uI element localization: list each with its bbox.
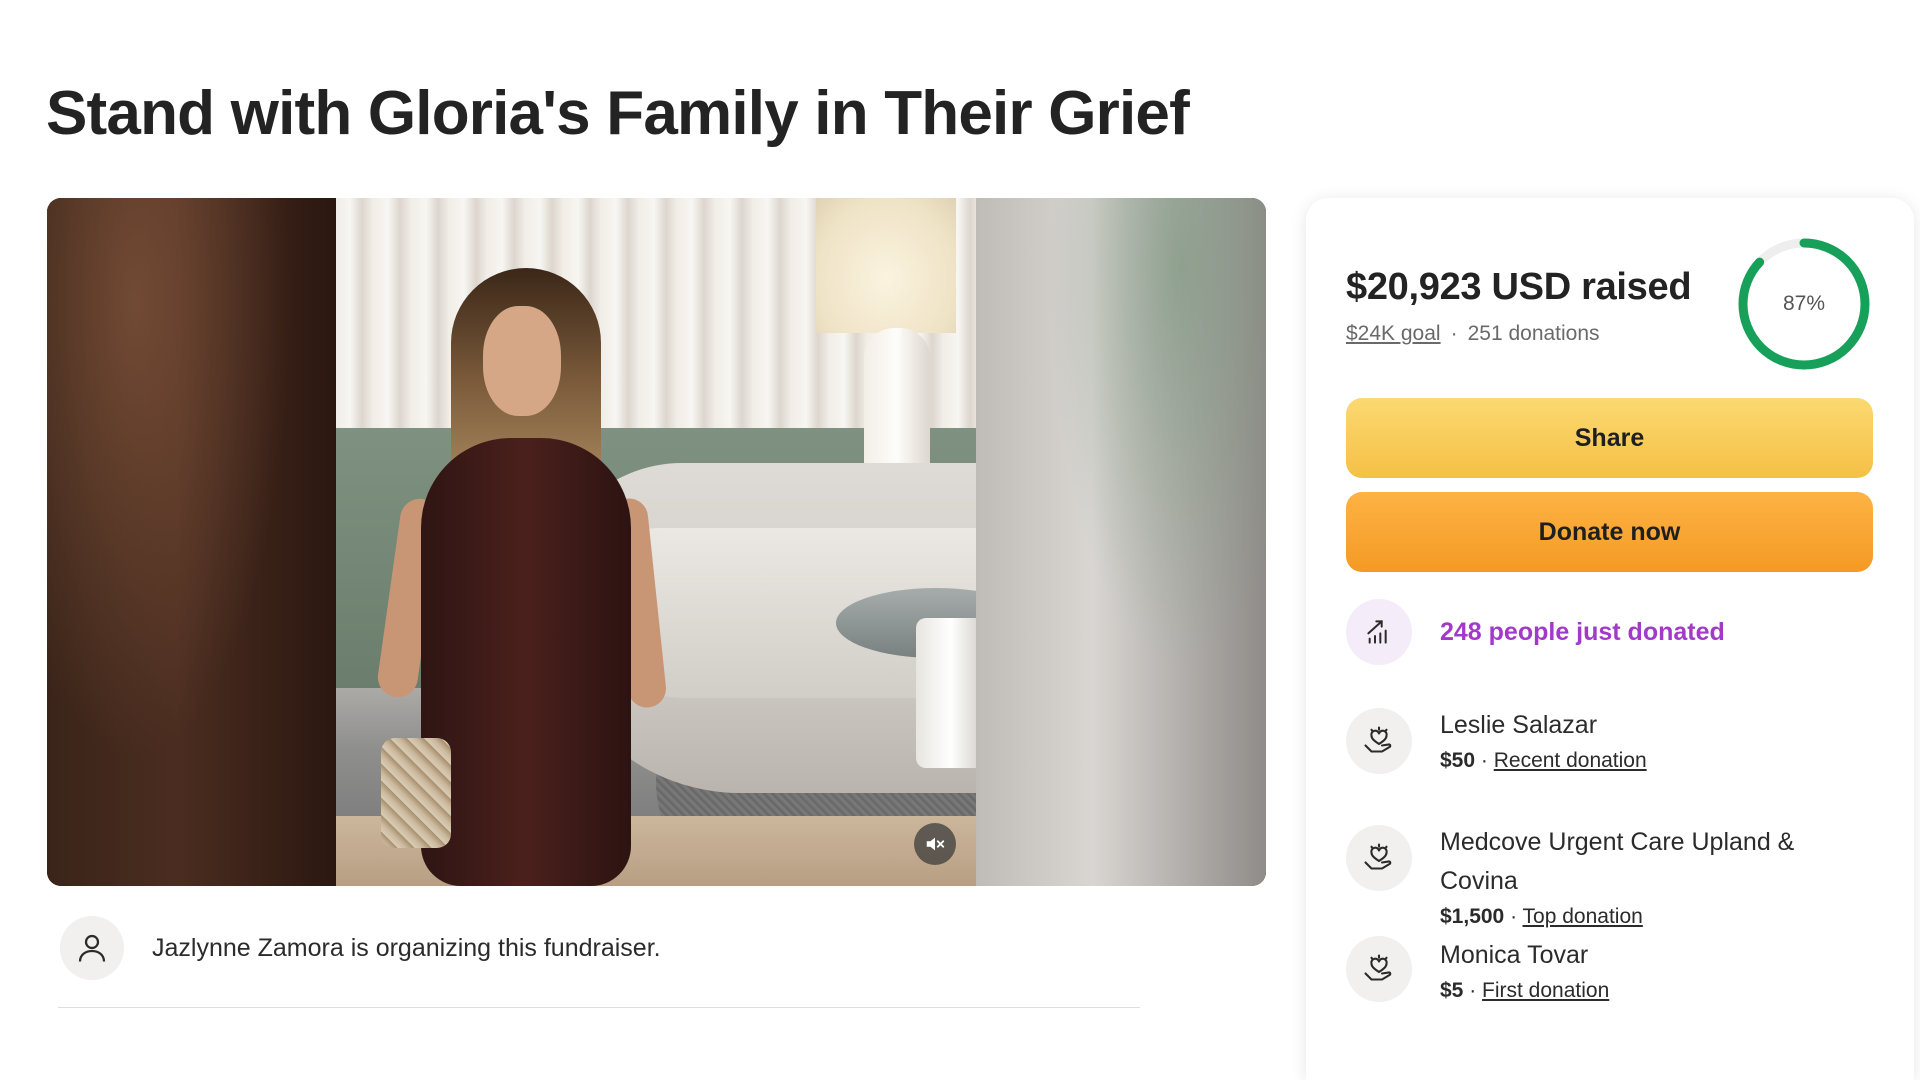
fundraiser-photo — [336, 198, 978, 886]
donor-name: Medcove Urgent Care Upland & Covina — [1440, 828, 1795, 895]
donor-name: Leslie Salazar — [1440, 711, 1598, 739]
person-icon — [78, 934, 106, 962]
donor-item: Medcove Urgent Care Upland & Covina $1,5… — [1346, 823, 1886, 933]
goal-meta: $24K goal · 251 donations — [1346, 322, 1600, 346]
heart-hand-icon — [1364, 726, 1392, 753]
organizer-row: Jazlynne Zamora is organizing this fundr… — [60, 913, 1140, 983]
detail-separator: · — [1504, 905, 1523, 928]
media-blur-right — [976, 198, 1266, 886]
donation-amount: $5 — [1440, 979, 1464, 1002]
share-button[interactable]: Share — [1346, 398, 1873, 478]
donor-avatar — [1346, 825, 1412, 891]
media-blur-left — [47, 198, 337, 886]
donation-count: 251 donations — [1467, 322, 1600, 345]
detail-separator: · — [1475, 749, 1494, 772]
donation-amount: $50 — [1440, 749, 1476, 772]
mute-button[interactable] — [914, 823, 956, 865]
donation-type-link[interactable]: Top donation — [1523, 905, 1643, 928]
progress-percent: 87% — [1782, 292, 1826, 315]
person-figure — [375, 268, 668, 886]
donation-type-link[interactable]: First donation — [1482, 979, 1609, 1002]
donor-item: Leslie Salazar $50 · Recent donation — [1346, 706, 1886, 777]
meta-separator: · — [1450, 322, 1458, 345]
page-title: Stand with Gloria's Family in Their Grie… — [46, 79, 1190, 148]
people-donated-text: 248 people just donated — [1440, 617, 1725, 646]
fundraiser-media[interactable] — [47, 198, 1266, 886]
detail-separator: · — [1463, 979, 1483, 1002]
donation-amount: $1,500 — [1440, 905, 1505, 928]
goal-link[interactable]: $24K goal — [1346, 322, 1441, 345]
donor-detail: $1,500 · Top donation — [1440, 901, 1860, 933]
donor-name: Monica Tovar — [1440, 941, 1589, 969]
donor-detail: $5 · First donation — [1440, 975, 1609, 1007]
donate-now-button[interactable]: Donate now — [1346, 492, 1873, 572]
recent-activity: 248 people just donated — [1346, 598, 1725, 666]
donation-type-link[interactable]: Recent donation — [1494, 749, 1647, 772]
heart-hand-icon — [1364, 843, 1392, 870]
organizer-text: Jazlynne Zamora is organizing this fundr… — [152, 933, 661, 962]
speaker-muted-icon — [926, 837, 945, 851]
donor-item: Monica Tovar $5 · First donation — [1346, 936, 1886, 1007]
trending-up-icon — [1367, 620, 1387, 644]
divider — [58, 1007, 1140, 1008]
organizer-avatar — [60, 916, 124, 980]
trend-icon-badge — [1346, 599, 1412, 665]
heart-hand-icon — [1364, 954, 1392, 981]
amount-raised: $20,923 USD raised — [1346, 266, 1692, 308]
donor-detail: $50 · Recent donation — [1440, 745, 1647, 777]
donor-avatar — [1346, 708, 1412, 774]
donation-card: $20,923 USD raised $24K goal · 251 donatio… — [1306, 198, 1914, 1080]
donor-avatar — [1346, 936, 1412, 1002]
